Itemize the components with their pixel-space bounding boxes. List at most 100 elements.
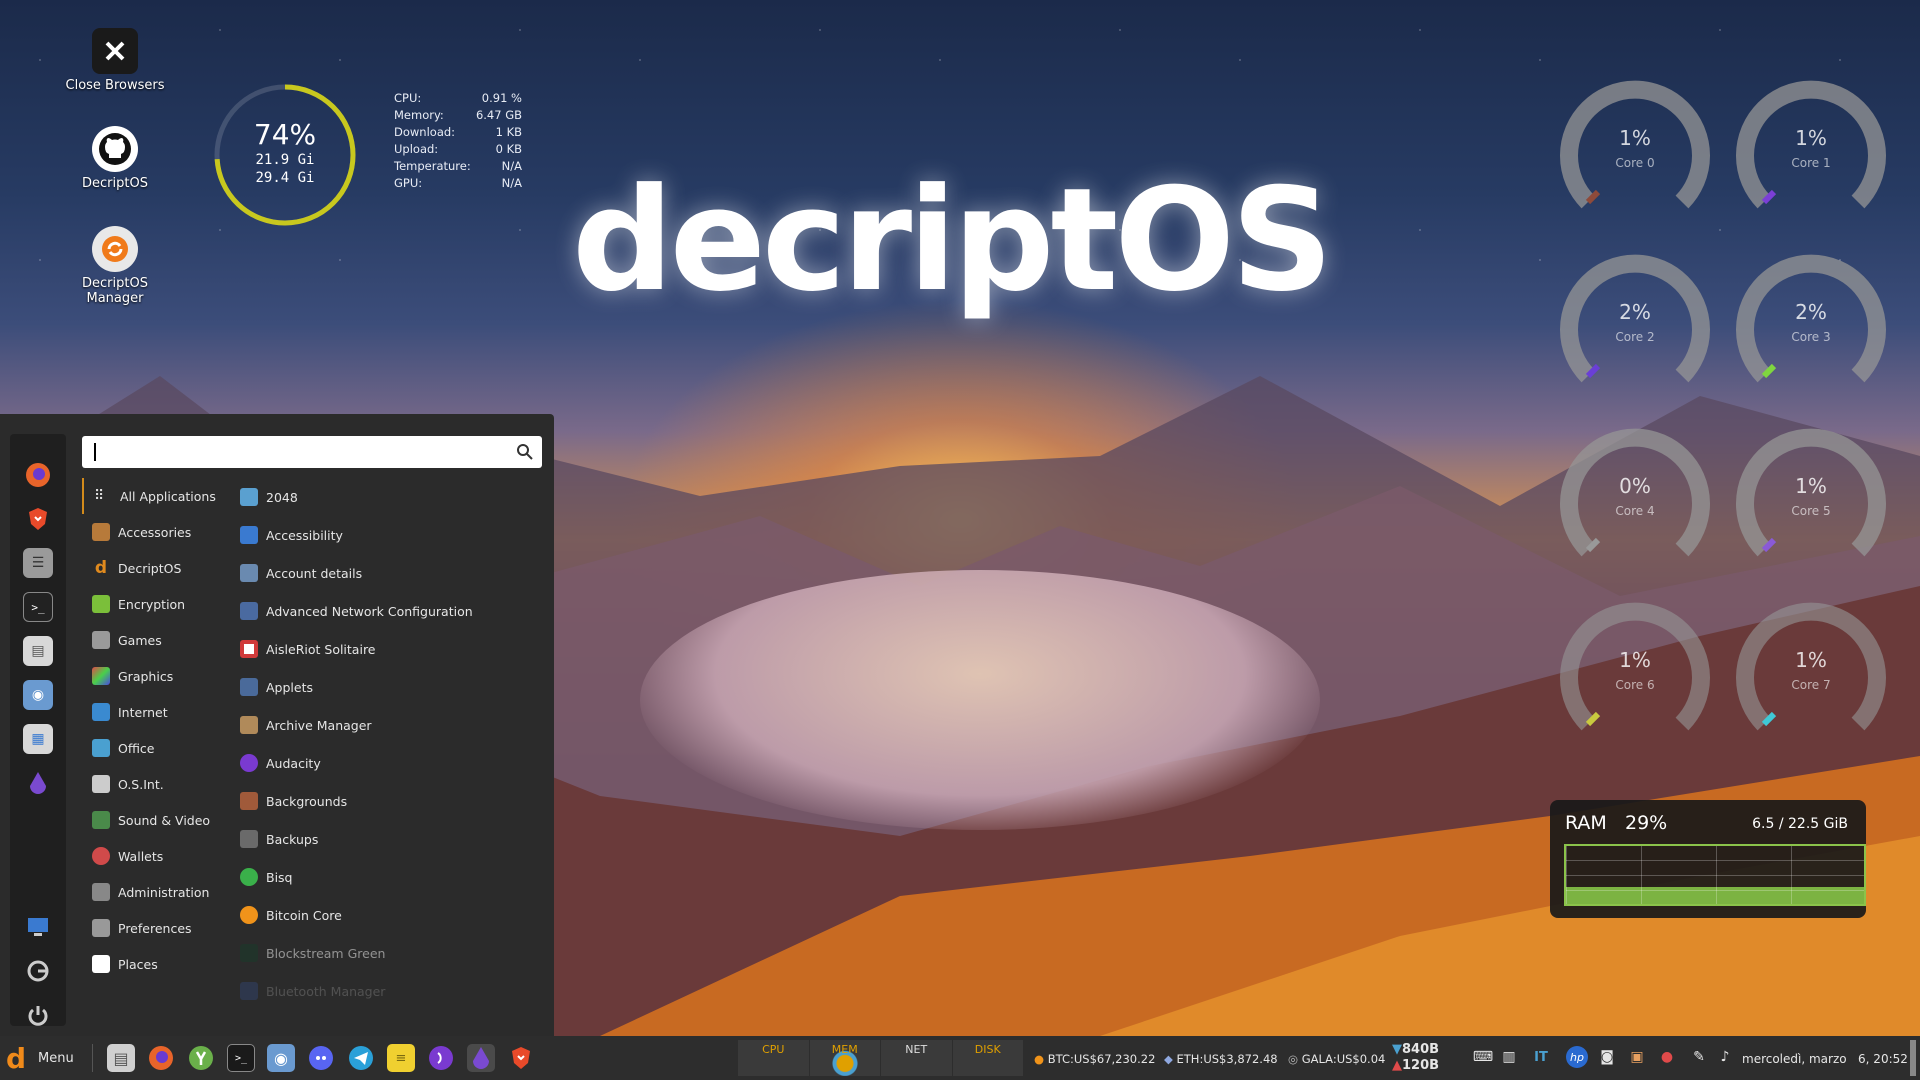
category-accessories[interactable]: Accessories xyxy=(82,514,230,550)
category-office[interactable]: Office xyxy=(82,730,230,766)
category-preferences[interactable]: Preferences xyxy=(82,910,230,946)
clock[interactable]: mercoledì, marzo 6, 20:52 xyxy=(1742,1052,1908,1066)
app-item-backups[interactable]: Backups xyxy=(240,820,540,858)
taskbar-app-podcast[interactable] xyxy=(427,1044,455,1072)
wallpaper-lake xyxy=(640,570,1320,830)
crypto-eth: ◆ ETH:US$3,872.48 xyxy=(1164,1052,1278,1066)
taskbar-app-keepass[interactable] xyxy=(187,1044,215,1072)
update-icon[interactable]: ● xyxy=(1656,1046,1678,1068)
disk-utility-icon: ◉ xyxy=(31,687,45,703)
fav-settings[interactable]: ☰ xyxy=(23,548,53,578)
category-graphics[interactable]: Graphics xyxy=(82,658,230,694)
core-label: Core 2 xyxy=(1615,330,1655,344)
system-monitor-icon xyxy=(28,918,48,936)
fav-files[interactable]: ▤ xyxy=(23,636,53,666)
search-input[interactable] xyxy=(92,436,492,468)
taskbar-app-firefox[interactable] xyxy=(147,1044,175,1072)
category-all-applications[interactable]: ⠿ All Applications xyxy=(82,478,230,514)
taskbar-app-telegram[interactable] xyxy=(347,1044,375,1072)
desktop-icon-label: DecriptOS xyxy=(82,176,148,191)
office-icon xyxy=(92,739,110,757)
fav-disk-utility[interactable]: ◉ xyxy=(23,680,53,710)
app-item-bitcoin-core[interactable]: Bitcoin Core xyxy=(240,896,540,934)
desktop-icon-close-browsers[interactable]: Close Browsers xyxy=(55,28,175,93)
app-item-archive-manager[interactable]: Archive Manager xyxy=(240,706,540,744)
shield-icon[interactable]: ▣ xyxy=(1626,1046,1648,1068)
app-item-blockstream-green[interactable]: Blockstream Green xyxy=(240,934,540,972)
fav-apps[interactable]: ▦ xyxy=(23,724,53,754)
app-label: Accessibility xyxy=(266,527,343,543)
category-internet[interactable]: Internet xyxy=(82,694,230,730)
upload-arrow-icon: ▲ xyxy=(1392,1058,1402,1073)
core-gauge: 1% Core 1 xyxy=(1736,80,1886,230)
fav-logout[interactable] xyxy=(23,956,53,986)
taskbar-app-tor[interactable] xyxy=(467,1044,495,1072)
category-wallets[interactable]: Wallets xyxy=(82,838,230,874)
show-desktop-button[interactable] xyxy=(1910,1040,1916,1076)
category-label: Office xyxy=(118,740,155,756)
administration-icon xyxy=(92,883,110,901)
podcast-icon xyxy=(429,1046,453,1070)
category-places[interactable]: Places xyxy=(82,946,230,982)
system-monitor-applet[interactable]: CPU MEM NET DISK xyxy=(738,1040,1024,1076)
app-item-2048[interactable]: 2048 xyxy=(240,478,540,516)
app-item-backgrounds[interactable]: Backgrounds xyxy=(240,782,540,820)
desktop-icon-decriptos-manager[interactable]: DecriptOS Manager xyxy=(55,226,175,306)
taskbar-app-disk-utility[interactable]: ◉ xyxy=(267,1044,295,1072)
decriptos-logo-icon: d xyxy=(6,1042,27,1075)
core-gauge: 2% Core 3 xyxy=(1736,254,1886,404)
category-osint[interactable]: O.S.Int. xyxy=(82,766,230,802)
ram-percent: 29% xyxy=(1625,812,1668,834)
backups-icon xyxy=(240,830,258,848)
fav-terminal[interactable]: >_ xyxy=(23,592,53,622)
app-item-applets[interactable]: Applets xyxy=(240,668,540,706)
taskbar-app-terminal[interactable]: >_ xyxy=(227,1044,255,1072)
category-label: Places xyxy=(118,956,158,972)
fav-power[interactable] xyxy=(23,1000,53,1030)
fav-tor[interactable] xyxy=(23,768,53,798)
pen-icon[interactable]: ✎ xyxy=(1688,1046,1710,1068)
hp-printer-icon[interactable]: hp xyxy=(1566,1046,1588,1068)
memory-percent: 74% xyxy=(253,118,317,151)
menu-search[interactable] xyxy=(82,436,542,468)
category-sound-video[interactable]: Sound & Video xyxy=(82,802,230,838)
keyboard-icon[interactable]: ⌨ xyxy=(1472,1046,1494,1068)
crypto-eth-text: ETH:US$3,872.48 xyxy=(1176,1052,1278,1066)
discord-icon[interactable]: ◙ xyxy=(1596,1046,1618,1068)
app-label: Backups xyxy=(266,831,319,847)
desktop-icon-label: Close Browsers xyxy=(65,78,165,93)
start-menu: ☰ >_ ▤ ◉ ▦ ⠿ All Applications Accessories… xyxy=(0,414,554,1038)
taskbar-app-brave[interactable] xyxy=(507,1044,535,1072)
core-label: Core 4 xyxy=(1615,504,1655,518)
network-icon[interactable]: ▥ xyxy=(1498,1046,1520,1068)
app-item-accessibility[interactable]: Accessibility xyxy=(240,516,540,554)
category-label: Preferences xyxy=(118,920,192,936)
app-item-aisleriot[interactable]: AisleRiot Solitaire xyxy=(240,630,540,668)
category-administration[interactable]: Administration xyxy=(82,874,230,910)
fav-system-monitor[interactable] xyxy=(23,912,53,942)
fav-firefox[interactable] xyxy=(23,460,53,490)
layout-indicator[interactable]: IT xyxy=(1530,1046,1552,1068)
category-games[interactable]: Games xyxy=(82,622,230,658)
music-icon[interactable]: ♪ xyxy=(1714,1046,1736,1068)
category-label: Wallets xyxy=(118,848,164,864)
search-icon[interactable] xyxy=(516,443,534,461)
wallets-icon xyxy=(92,847,110,865)
app-item-bluetooth-manager[interactable]: Bluetooth Manager xyxy=(240,972,540,1010)
menu-button[interactable]: d Menu xyxy=(6,1042,74,1075)
category-encryption[interactable]: Encryption xyxy=(82,586,230,622)
sysinfo-row: CPU: 0.91 % xyxy=(394,90,522,107)
desktop-icon-decriptos[interactable]: DecriptOS xyxy=(55,126,175,191)
app-item-bisq[interactable]: Bisq xyxy=(240,858,540,896)
taskbar-app-notes[interactable]: ≡ xyxy=(387,1044,415,1072)
memory-gauge: 74% 21.9 Gi 29.4 Gi xyxy=(212,82,358,228)
fav-brave[interactable] xyxy=(23,504,53,534)
app-item-audacity[interactable]: Audacity xyxy=(240,744,540,782)
app-label: 2048 xyxy=(266,489,298,505)
places-icon xyxy=(92,955,110,973)
category-decriptos[interactable]: d DecriptOS xyxy=(82,550,230,586)
taskbar-app-discord[interactable] xyxy=(307,1044,335,1072)
app-item-advanced-network[interactable]: Advanced Network Configuration xyxy=(240,592,540,630)
app-item-account-details[interactable]: Account details xyxy=(240,554,540,592)
taskbar-app-files[interactable]: ▤ xyxy=(107,1044,135,1072)
